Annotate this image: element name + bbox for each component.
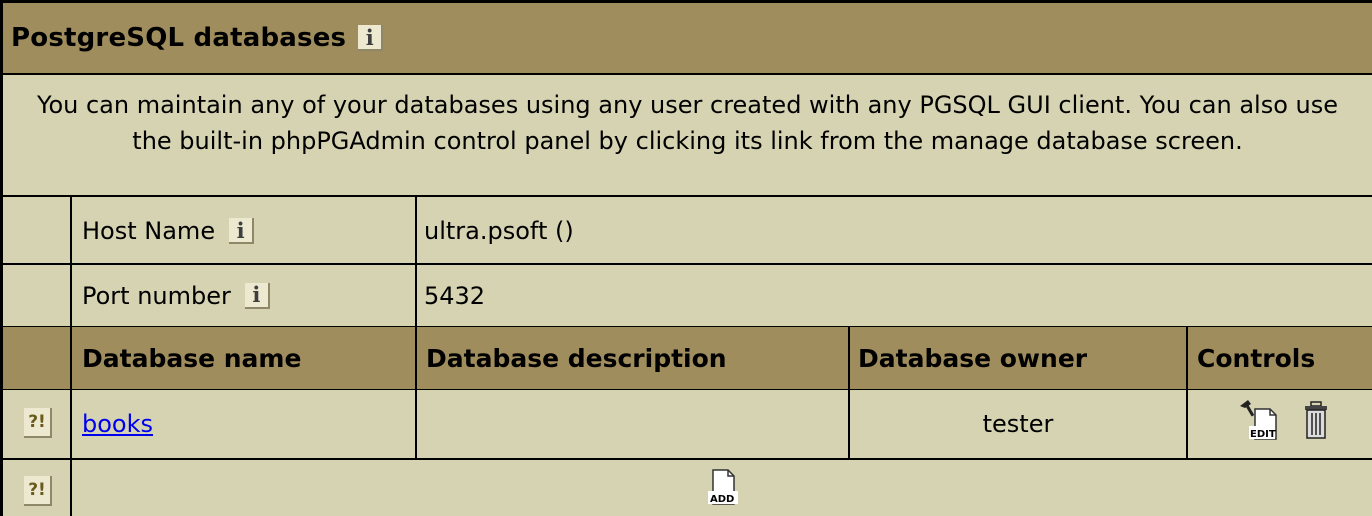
- panel-description: You can maintain any of your databases u…: [0, 75, 1372, 197]
- database-name-link[interactable]: books: [82, 410, 153, 438]
- column-header-database-owner: Database owner: [858, 343, 1088, 373]
- database-description-cell: [417, 390, 848, 458]
- add-database-button[interactable]: ADD: [704, 468, 744, 508]
- host-name-value: ultra.psoft (): [424, 217, 574, 245]
- edit-icon-label: EDIT: [1250, 429, 1276, 440]
- column-header-database-description: Database description: [426, 343, 727, 373]
- column-header-controls: Controls: [1197, 343, 1316, 373]
- info-icon[interactable]: i: [229, 218, 255, 244]
- edit-icon[interactable]: EDIT: [1236, 397, 1286, 445]
- host-name-label-cell: Host Name i: [82, 199, 255, 263]
- port-number-label: Port number: [82, 281, 231, 310]
- row-help-badge[interactable]: ?!: [24, 408, 52, 438]
- grid-hline: [0, 458, 1372, 460]
- info-icon[interactable]: i: [244, 282, 270, 309]
- host-name-label: Host Name: [82, 217, 216, 245]
- postgresql-databases-panel: PostgreSQL databases i You can maintain …: [0, 0, 1372, 516]
- table-row: books: [82, 390, 153, 458]
- panel-title-bar: PostgreSQL databases i: [0, 0, 1372, 75]
- panel-title: PostgreSQL databases: [11, 23, 347, 53]
- add-icon-label: ADD: [710, 494, 734, 505]
- trash-icon[interactable]: [1302, 400, 1332, 440]
- add-row-help-badge[interactable]: ?!: [24, 476, 52, 506]
- port-number-label-cell: Port number i: [82, 265, 270, 326]
- port-number-value: 5432: [424, 281, 486, 310]
- info-icon[interactable]: i: [358, 25, 384, 51]
- column-header-database-name: Database name: [82, 343, 302, 373]
- database-owner-cell: tester: [982, 410, 1054, 438]
